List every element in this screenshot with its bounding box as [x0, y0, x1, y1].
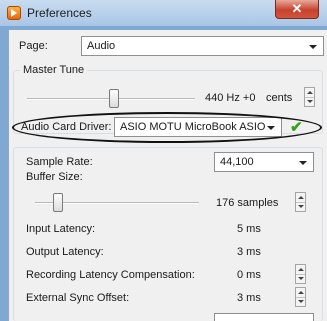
- master-tune-slider-thumb[interactable]: [109, 89, 119, 108]
- page-dropdown[interactable]: Audio: [81, 36, 324, 56]
- output-latency-label: Output Latency:: [26, 246, 104, 258]
- buffer-size-stepper[interactable]: [295, 192, 306, 212]
- sample-rate-label: Sample Rate:: [26, 156, 93, 168]
- stepper-up-icon[interactable]: [298, 196, 304, 199]
- output-latency-value: 3 ms: [237, 246, 261, 258]
- chevron-down-icon: [299, 161, 307, 165]
- title-bar[interactable]: Preferences ✕: [0, 0, 327, 26]
- close-button[interactable]: ✕: [275, 0, 319, 19]
- preferences-panel: Page: Audio Master Tune 440 Hz +0 cents …: [8, 30, 327, 321]
- sample-rate-value: 44,100: [220, 156, 254, 168]
- stepper-down-icon[interactable]: [298, 277, 304, 280]
- stepper-down-icon[interactable]: [307, 100, 313, 103]
- app-icon: [7, 6, 21, 20]
- master-tune-label: Master Tune: [20, 64, 88, 76]
- stepper-down-icon[interactable]: [298, 205, 304, 208]
- chevron-down-icon: [309, 45, 317, 49]
- buffer-size-value: 176 samples: [216, 197, 279, 209]
- master-tune-stepper[interactable]: [304, 87, 315, 107]
- external-sync-stepper[interactable]: [295, 287, 306, 307]
- stepper-up-icon[interactable]: [307, 91, 313, 94]
- buffer-size-slider-thumb[interactable]: [53, 193, 63, 212]
- stepper-up-icon[interactable]: [298, 291, 304, 294]
- recording-compensation-stepper[interactable]: [295, 264, 306, 284]
- window-title: Preferences: [27, 6, 92, 20]
- sample-rate-dropdown[interactable]: 44,100: [214, 152, 314, 172]
- recording-compensation-label: Recording Latency Compensation:: [26, 269, 195, 281]
- stepper-up-icon[interactable]: [298, 268, 304, 271]
- highlight-oval: [12, 112, 322, 143]
- external-sync-label: External Sync Offset:: [26, 292, 130, 304]
- buffer-size-label: Buffer Size:: [26, 171, 83, 183]
- input-latency-value: 5 ms: [237, 223, 261, 235]
- page-label: Page:: [19, 40, 48, 52]
- master-tune-unit: cents: [266, 92, 293, 104]
- external-sync-value: 3 ms: [237, 292, 261, 304]
- input-latency-label: Input Latency:: [26, 223, 96, 235]
- stepper-down-icon[interactable]: [298, 300, 304, 303]
- page-dropdown-value: Audio: [87, 40, 116, 52]
- preferences-window: Preferences ✕ Page: Audio Master Tune 44…: [0, 0, 327, 321]
- cut-off-dropdown[interactable]: [214, 313, 314, 321]
- master-tune-value: 440 Hz +0: [205, 92, 256, 104]
- recording-compensation-value: 0 ms: [237, 269, 261, 281]
